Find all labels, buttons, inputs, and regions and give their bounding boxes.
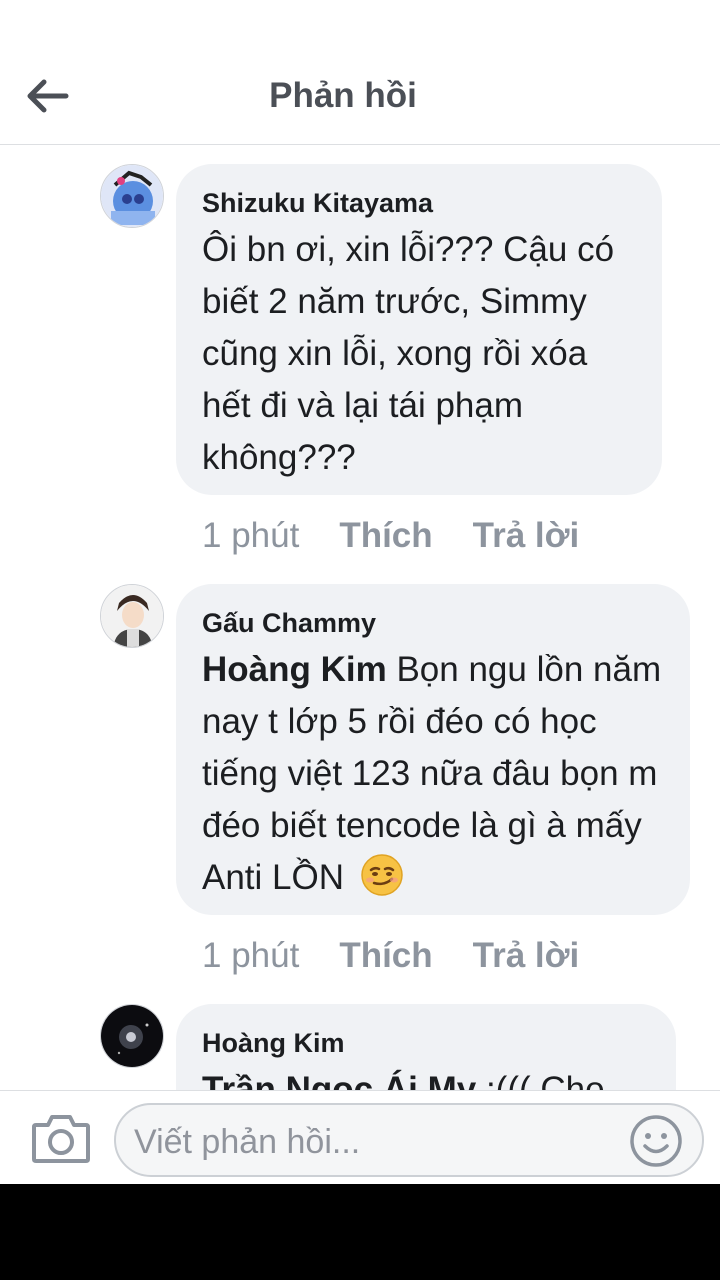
mention-link[interactable]: Hoàng Kim (202, 650, 387, 689)
mention-link[interactable]: Trần Ngọc Ái My (202, 1070, 476, 1090)
avatar[interactable] (100, 584, 164, 648)
camera-button[interactable] (30, 1111, 92, 1167)
smirk-emoji (360, 854, 403, 896)
comment-bubble: Gấu Chammy Hoàng Kim Bọn ngu lồn năm nay… (176, 584, 690, 915)
avatar[interactable] (100, 164, 164, 228)
reply-input[interactable]: Viết phản hồi... (114, 1103, 704, 1177)
comment-text: Hoàng Kim Bọn ngu lồn năm nay t lớp 5 rồ… (202, 644, 664, 904)
comment-text: Trần Ngọc Ái My :((( Cho (202, 1064, 650, 1090)
emoji-button[interactable] (628, 1113, 684, 1169)
smiley-icon (630, 1115, 682, 1167)
like-button[interactable]: Thích (339, 936, 432, 976)
reply-button[interactable]: Trả lời (473, 516, 580, 556)
comment-author[interactable]: Hoàng Kim (202, 1026, 650, 1060)
comment-text: Ôi bn ơi, xin lỗi??? Cậu có biết 2 năm t… (202, 230, 615, 477)
comment-body: :((( Cho (476, 1070, 605, 1090)
reply-thread[interactable]: Shizuku Kitayama Ôi bn ơi, xin lỗi??? Cậ… (0, 146, 720, 1090)
like-button[interactable]: Thích (339, 516, 432, 556)
comment-bubble: Shizuku Kitayama Ôi bn ơi, xin lỗi??? Cậ… (176, 164, 662, 495)
comment-author[interactable]: Gấu Chammy (202, 606, 664, 640)
comment-time: 1 phút (202, 936, 300, 975)
comment-time: 1 phút (202, 516, 300, 555)
reply-composer: Viết phản hồi... (0, 1090, 720, 1184)
header-bar: Phản hồi (0, 0, 720, 145)
comment-bubble: Hoàng Kim Trần Ngọc Ái My :((( Cho (176, 1004, 676, 1090)
reply-button[interactable]: Trả lời (473, 936, 580, 976)
camera-icon (32, 1115, 90, 1163)
comment-actions: 1 phút Thích Trả lời (202, 516, 579, 556)
comment-author[interactable]: Shizuku Kitayama (202, 186, 636, 220)
comment-actions: 1 phút Thích Trả lời (202, 936, 579, 976)
avatar[interactable] (100, 1004, 164, 1068)
page-title: Phản hồi (269, 76, 417, 115)
reply-placeholder: Viết phản hồi... (134, 1123, 361, 1161)
system-nav-bar (0, 1184, 720, 1280)
